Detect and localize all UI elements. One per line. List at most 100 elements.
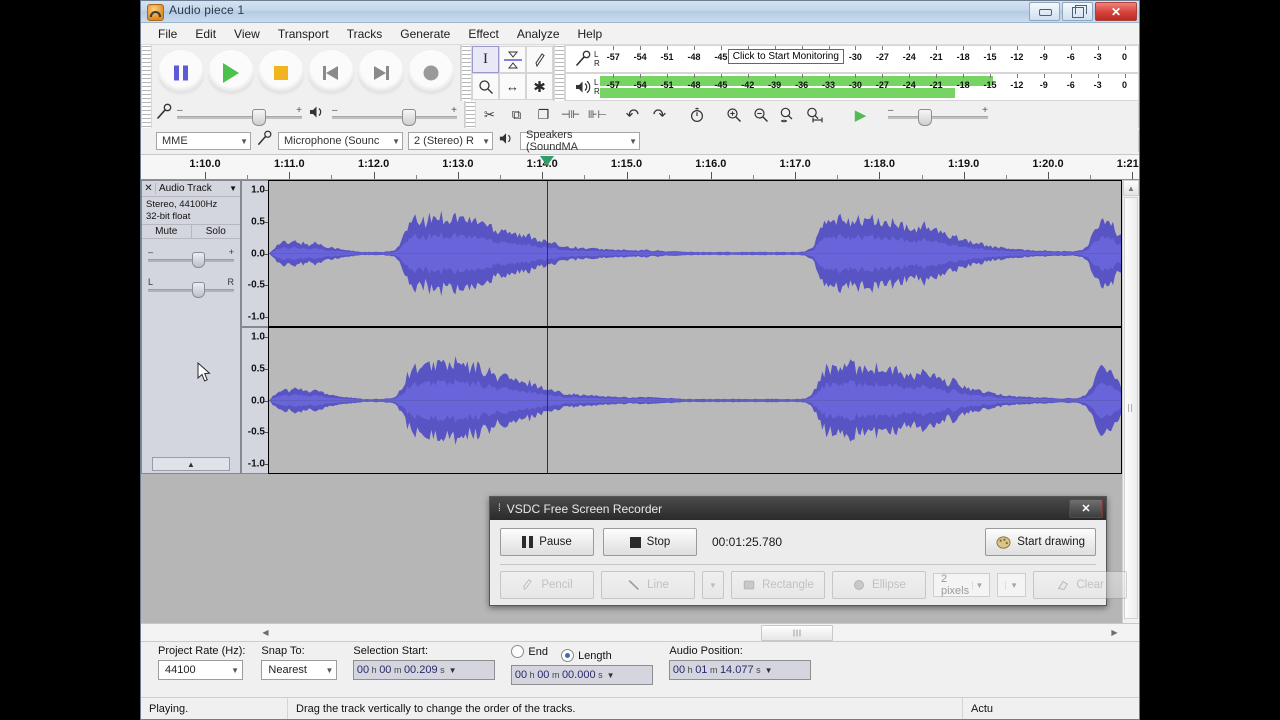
zoom-tool-button[interactable] [472,73,499,100]
waveform-right-channel[interactable] [268,327,1122,474]
project-rate-select[interactable]: 44100 ▼ [158,660,243,680]
chevron-down-icon[interactable]: ▼ [449,666,457,675]
menu-edit[interactable]: Edit [186,25,225,43]
timeline-ruler[interactable]: 1:10.0 1:11.0 1:12.0 1:13.0 1:14.0 1:15.0 1:16… [141,155,1139,180]
playback-speed-slider[interactable]: – + [888,105,988,126]
selection-length-field[interactable]: 00 h 00 m 00.000 s ▼ [511,665,654,685]
vsdc-stop-button[interactable]: Stop [603,528,697,556]
menu-generate[interactable]: Generate [391,25,459,43]
output-volume-thumb[interactable] [402,108,417,126]
chevron-down-icon[interactable]: ▼ [607,671,615,680]
record-button[interactable] [407,49,455,97]
meter-toolbar-grip[interactable] [554,45,565,101]
sync-lock-button[interactable] [683,102,710,127]
recording-device-select[interactable]: Microphone (Sounc ▼ [278,132,403,150]
time-shift-tool-button[interactable]: ↔ [499,73,526,100]
audio-position-field[interactable]: 00 h 01 m 14.077 s ▼ [669,660,812,680]
vsdc-pencil-button[interactable]: Pencil [500,571,594,599]
pan-thumb[interactable] [192,282,205,298]
meter-tick-label: -30 [848,52,862,62]
vsdc-recorder-dialog[interactable]: ⁞ VSDC Free Screen Recorder ✕ Pause Stop [489,496,1128,606]
draw-tool-button[interactable] [526,46,553,73]
recording-channels-select[interactable]: 2 (Stereo) R ▼ [408,132,493,150]
vsdc-start-drawing-button[interactable]: Start drawing [985,528,1096,556]
vsdc-line-options-button[interactable]: ▼ [702,571,724,599]
playback-speed-track [888,115,988,119]
waveform-left-channel[interactable] [268,180,1122,327]
horizontal-scrollbar[interactable]: ◀ ▶ [141,623,1139,641]
copy-button[interactable]: ⧉ [503,102,530,127]
snap-to-select[interactable]: Nearest ▼ [261,660,338,680]
chevron-down-icon[interactable]: ▼ [765,666,773,675]
fit-project-button[interactable] [801,102,828,127]
close-button[interactable]: ✕ [1095,2,1137,21]
selection-tool-button[interactable]: I [472,46,499,73]
vsdc-line-button[interactable]: Line [601,571,695,599]
zoom-in-button[interactable] [720,102,747,127]
input-volume-thumb[interactable] [251,108,266,126]
transport-toolbar-grip[interactable] [141,45,152,101]
fit-selection-button[interactable] [774,102,801,127]
gain-thumb[interactable] [192,252,205,268]
silence-audio-button[interactable]: ⊪⊢ [584,102,611,127]
vsdc-pause-button[interactable]: Pause [500,528,594,556]
scroll-left-button[interactable]: ◀ [257,624,274,640]
mute-button[interactable]: Mute [142,225,192,238]
input-volume-slider[interactable]: – + [177,105,302,126]
play-at-speed-button[interactable]: ▶ [847,102,874,127]
vsdc-close-button[interactable]: ✕ [1069,499,1103,518]
menu-analyze[interactable]: Analyze [508,25,569,43]
maximize-button[interactable] [1062,2,1093,21]
horizontal-scroll-thumb[interactable] [761,625,833,641]
vsdc-rectangle-button[interactable]: Rectangle [731,571,825,599]
playhead-indicator[interactable] [540,156,554,166]
edit-toolbar-grip[interactable] [465,101,476,128]
start-monitoring-tooltip[interactable]: Click to Start Monitoring [727,49,844,64]
vsdc-clear-button[interactable]: Clear [1033,571,1128,599]
menu-help[interactable]: Help [569,25,612,43]
paste-button[interactable]: ❐ [530,102,557,127]
playback-device-select[interactable]: Speakers (SoundMA ▼ [520,129,640,153]
menu-tracks[interactable]: Tracks [338,25,392,43]
playback-speed-thumb[interactable] [918,108,932,126]
cut-button[interactable]: ✂ [476,102,503,127]
vsdc-thickness-select[interactable]: 2 pixels ▼ [933,573,991,597]
track-control-panel[interactable]: ✕ Audio Track ▼ Stereo, 44100Hz 32-bit f… [141,180,241,474]
end-radio[interactable]: End [511,645,548,658]
skip-to-end-button[interactable] [357,49,405,97]
stop-button[interactable] [257,49,305,97]
undo-button[interactable]: ↶ [619,102,646,127]
zoom-out-button[interactable] [747,102,774,127]
tools-toolbar-grip[interactable] [461,45,472,101]
solo-button[interactable]: Solo [192,225,241,238]
vertical-scroll-thumb[interactable] [1124,197,1138,619]
collapse-track-button[interactable]: ▲ [152,457,230,471]
gain-slider[interactable]: – + [148,243,234,269]
track-name-dropdown[interactable]: Audio Track ▼ [155,183,240,194]
scroll-up-button[interactable]: ▲ [1123,180,1139,196]
selection-start-field[interactable]: 00 h 00 m 00.209 s ▼ [353,660,496,680]
recording-meter[interactable]: LR -57-54-51-48-45-42-39-36-33-30-27-24-… [565,45,1139,73]
envelope-tool-button[interactable] [499,46,526,73]
redo-button[interactable]: ↷ [646,102,673,127]
play-button[interactable] [207,49,255,97]
vsdc-color-select[interactable]: ▼ [997,573,1027,597]
close-track-icon[interactable]: ✕ [142,183,155,194]
menu-transport[interactable]: Transport [269,25,338,43]
scroll-right-button[interactable]: ▶ [1106,624,1123,640]
pan-slider[interactable]: L R [148,273,234,299]
menu-file[interactable]: File [149,25,186,43]
minimize-button[interactable] [1029,2,1060,21]
mixer-toolbar-grip[interactable] [141,101,152,128]
menu-view[interactable]: View [225,25,269,43]
trim-audio-button[interactable]: ⊣⊩ [557,102,584,127]
pause-button[interactable] [157,49,205,97]
output-volume-slider[interactable]: – + [332,105,457,126]
playback-meter[interactable]: LR -57 -54 -51 -48 -45 -42 -39 -36 -33 -30 -27 -24-… [565,73,1139,101]
multi-tool-button[interactable]: ✱ [526,73,553,100]
vsdc-ellipse-button[interactable]: Ellipse [832,571,926,599]
menu-effect[interactable]: Effect [459,25,507,43]
audio-host-select[interactable]: MME ▼ [156,132,251,150]
skip-to-start-button[interactable] [307,49,355,97]
length-radio[interactable]: Length [561,649,612,662]
